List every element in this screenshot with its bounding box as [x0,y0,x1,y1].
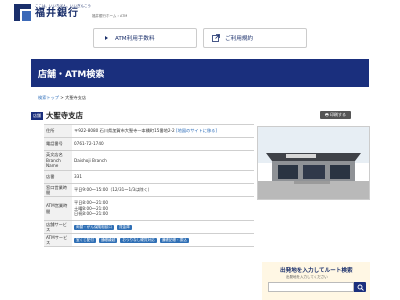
table-row: 窓口営業時間 平日9:00～15:00（12/31～1/3は除く） [44,183,254,197]
search-icon [357,284,364,291]
table-row: ATMサービス 宝くじ配付 通帳繰越 おつりなし硬貨対応 通帳記帳・振込 [44,233,254,247]
route-search-title: 出発地を入力してルート検索 [280,268,353,274]
route-search-subtitle: 出発地を入力してください [286,275,328,279]
branch-number-label: 店番 [44,170,72,184]
branch-photo [257,126,370,200]
table-row: 電話番号 0761-72-1740 [44,137,254,151]
breadcrumb-home-link[interactable]: 検索トップ [38,95,59,100]
branch-type-badge: 店舗 [31,111,43,120]
service-tag: 貸金庫 [116,225,132,230]
teller-hours-label: 窓口営業時間 [44,183,72,197]
atm-hours-holiday: 日祝8:00～21:00 [74,211,109,217]
teller-hours-value: 平日9:00～15:00（12/31～1/3は除く） [72,183,254,197]
english-name-label: 英文店名 Branch Name [44,150,72,171]
table-row: 店舗サービス 両替・がん保険相談口 貸金庫 [44,220,254,234]
departure-input[interactable] [268,282,354,292]
bank-logo-mark-icon [14,4,31,21]
atm-hours-label: ATM営業時間 [44,196,72,221]
table-row: ATM営業時間 平日8:00～21:00 土曜8:00～21:00 日祝8:00… [44,196,254,221]
route-search-panel: 出発地を入力してルート検索 出発地を入力してください [262,262,370,300]
phone-label: 電話番号 [44,137,72,151]
branch-number-value: 331 [72,170,254,184]
atm-fee-label: ATM利用手数料 [115,36,155,42]
guide-label: ご利用規約 [225,36,253,42]
phone-value: 0761-72-1740 [72,137,254,151]
address-value: 〒922-8080 石川県加賀市大聖寺一本橋町15番地2-2 [74,128,175,134]
bank-logo[interactable]: ここは、いいちばん、いいぎんこう 福井銀行 [14,4,91,21]
service-tag: 両替・がん保険相談口 [74,225,114,230]
branch-heading: 店舗 大聖寺支店 [31,110,83,121]
branch-name: 大聖寺支店 [46,111,83,120]
guide-button[interactable]: ご利用規約 [203,28,307,48]
external-link-icon [212,34,220,42]
address-label: 住所 [44,124,72,138]
page-banner: 店舗・ATM検索 [31,59,369,87]
site-header: ここは、いいちばん、いいぎんこう 福井銀行 福井銀行ホーム › ATM [0,0,400,26]
breadcrumb-current: 大聖寺支店 [65,95,87,100]
print-button[interactable]: 🖶 印刷する [320,111,351,119]
atm-service-tag: 宝くじ配付 [74,238,96,243]
atm-fee-button[interactable]: ATM利用手数料 [93,28,197,48]
breadcrumb: 検索トップ > 大聖寺支店 [38,95,86,101]
table-row: 英文店名 Branch Name Daishoji Branch [44,150,254,171]
table-row: 店番 331 [44,170,254,184]
branch-info-table: 住所 〒922-8080 石川県加賀市大聖寺一本橋町15番地2-2 [地図のサイ… [44,124,254,247]
atm-service-tag: 通帳繰越 [98,238,118,243]
map-link[interactable]: [地図のサイトに移る] [176,128,217,133]
header-home-link[interactable]: 福井銀行ホーム › ATM [92,14,127,19]
atm-service-tag: 通帳記帳・振込 [159,238,189,243]
bank-name: 福井銀行 [35,8,79,19]
atm-services-label: ATMサービス [44,233,72,247]
chevron-right-icon [102,34,110,42]
page-title: 店舗・ATM検索 [38,70,105,80]
store-services-label: 店舗サービス [44,220,72,234]
atm-service-tag: おつりなし硬貨対応 [120,238,157,243]
table-row: 住所 〒922-8080 石川県加賀市大聖寺一本橋町15番地2-2 [地図のサイ… [44,124,254,138]
route-search-button[interactable] [354,282,366,292]
english-name-value: Daishoji Branch [72,150,254,171]
